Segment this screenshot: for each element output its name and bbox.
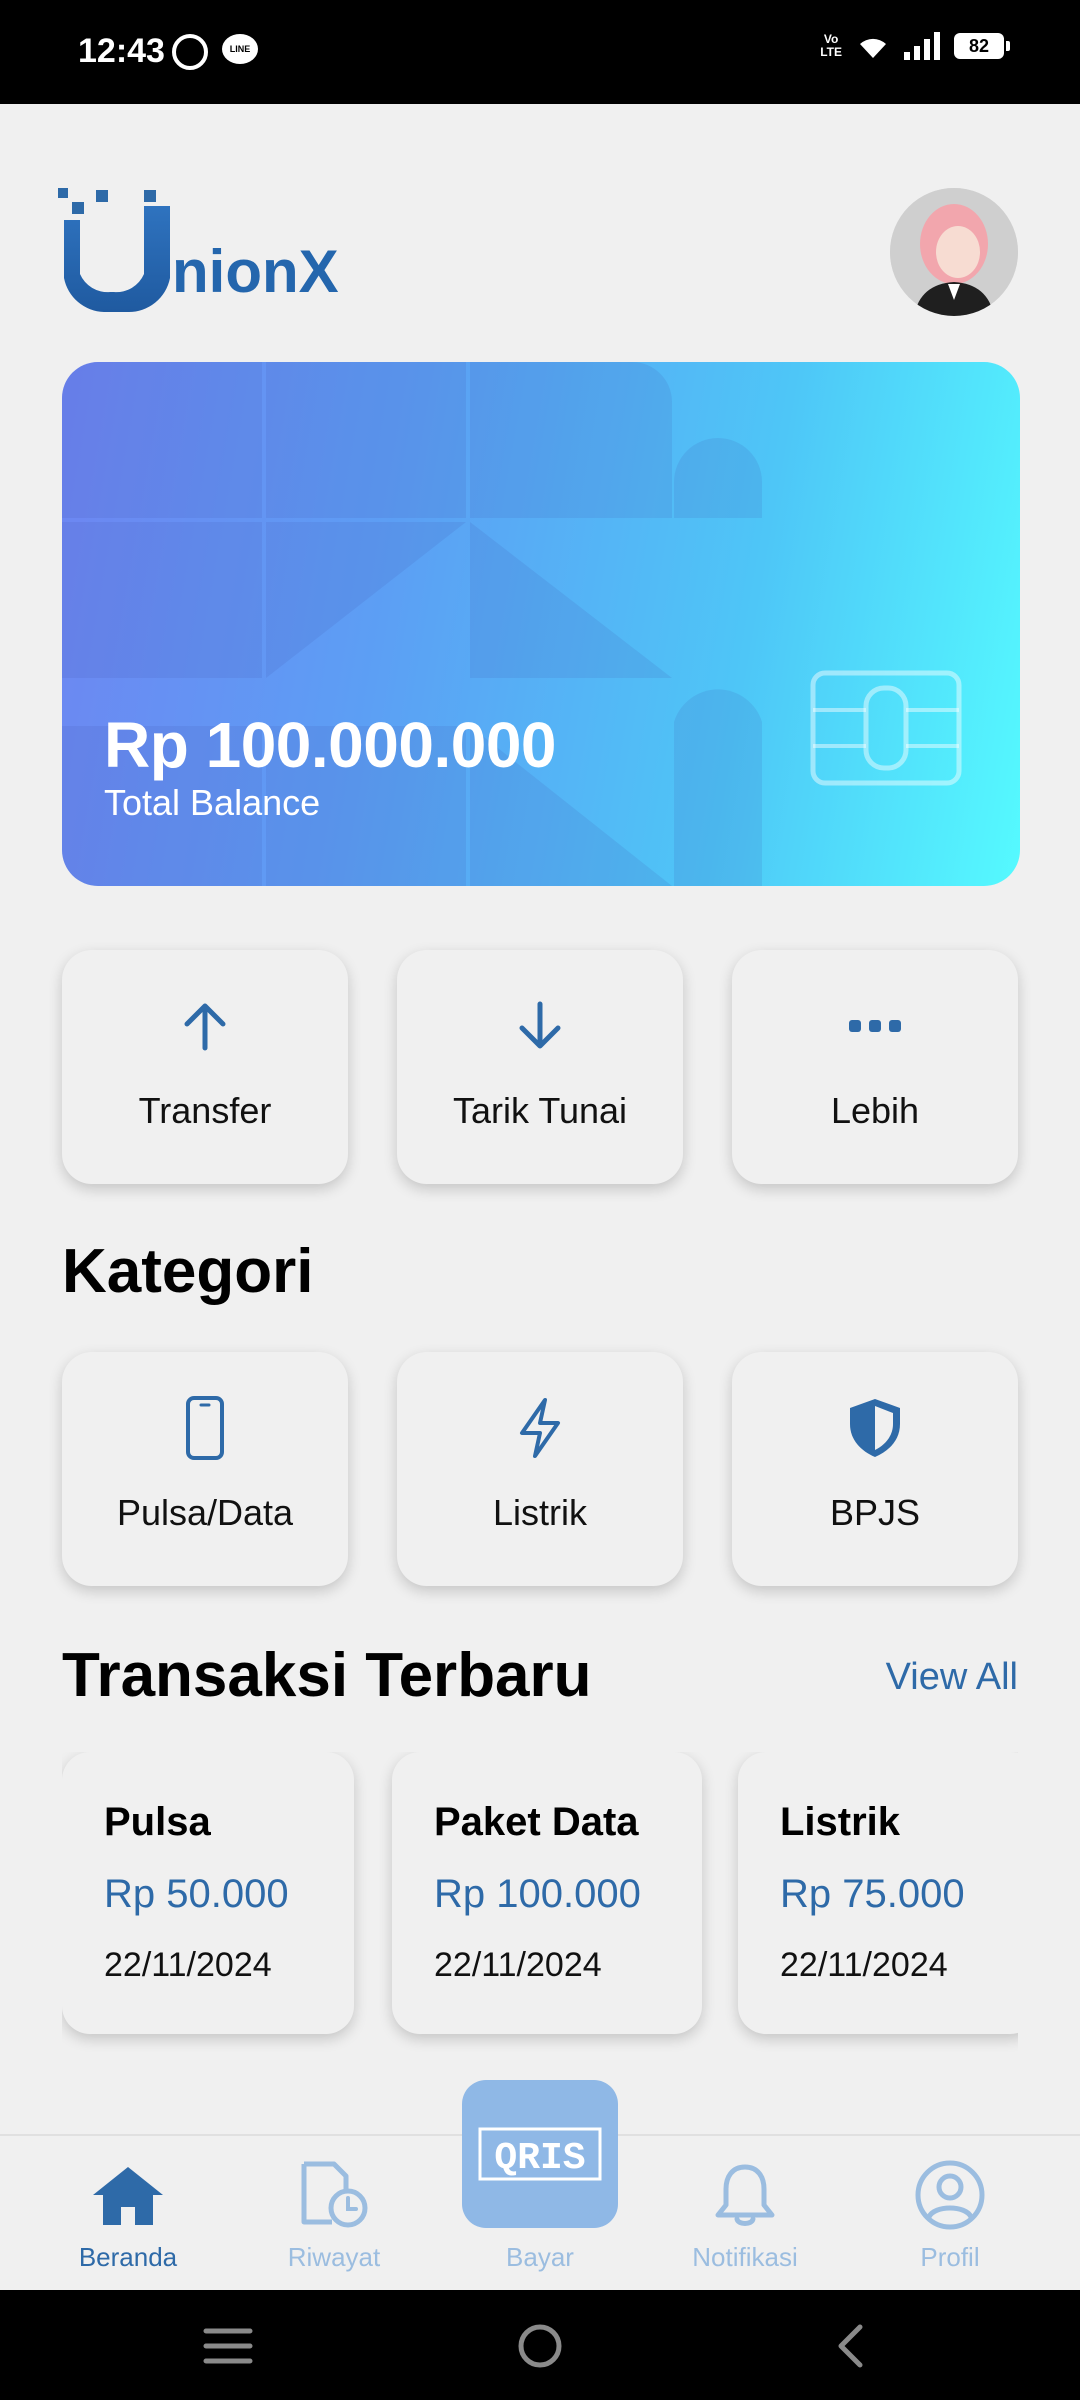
balance-label: Total Balance — [104, 782, 321, 823]
nav-notifikasi[interactable]: Notifikasi — [660, 2154, 830, 2273]
back-button[interactable] — [810, 2314, 890, 2378]
nav-riwayat-label: Riwayat — [287, 2242, 381, 2272]
signal-icon — [904, 32, 940, 60]
transaction-title: Listrik — [780, 1800, 901, 1844]
shield-icon — [850, 1399, 900, 1457]
transaction-amount: Rp 75.000 — [780, 1872, 965, 1916]
transaction-card[interactable]: Listrik Rp 75.000 22/11/2024 — [738, 1752, 1018, 2034]
more-button[interactable]: Lebih — [732, 950, 1018, 1184]
phone-icon — [186, 1396, 224, 1460]
withdraw-label: Tarik Tunai — [452, 1090, 628, 1131]
category-bpjs[interactable]: BPJS — [732, 1352, 1018, 1586]
balance-amount: Rp 100.000.000 — [104, 709, 557, 781]
transfer-button[interactable]: Transfer — [62, 950, 348, 1184]
lightning-icon — [520, 1398, 560, 1458]
category-pulsa-data[interactable]: Pulsa/Data — [62, 1352, 348, 1586]
category-pulsa-data-label: Pulsa/Data — [116, 1492, 294, 1533]
back-chevron-icon — [838, 2324, 863, 2368]
bell-icon — [715, 2164, 775, 2226]
system-navigation-bar — [0, 2290, 1080, 2400]
arrow-down-icon — [519, 1001, 561, 1049]
nav-profil-label: Profil — [920, 2242, 980, 2272]
transaction-date: 22/11/2024 — [780, 1946, 948, 1984]
category-listrik[interactable]: Listrik — [397, 1352, 683, 1586]
arrow-up-icon — [184, 1003, 226, 1051]
category-bpjs-label: BPJS — [829, 1492, 921, 1533]
card-chip-icon — [810, 670, 962, 786]
view-all-link[interactable]: View All — [886, 1656, 1018, 1699]
nav-notifikasi-label: Notifikasi — [692, 2242, 798, 2272]
history-icon — [301, 2161, 368, 2228]
menu-icon — [203, 2328, 253, 2364]
transaction-amount: Rp 100.000 — [434, 1872, 641, 1916]
home-circle-icon — [518, 2324, 562, 2368]
transaction-card[interactable]: Paket Data Rp 100.000 22/11/2024 — [392, 1752, 702, 2034]
transaction-title: Paket Data — [434, 1800, 639, 1844]
more-dots-icon — [849, 1020, 901, 1032]
whatsapp-icon — [172, 34, 208, 70]
balance-card[interactable]: Rp 100.000.000 Total Balance — [62, 362, 1020, 886]
profile-icon — [915, 2160, 985, 2230]
transaction-card[interactable]: Pulsa Rp 50.000 22/11/2024 — [62, 1752, 354, 2034]
nav-profil[interactable]: Profil — [865, 2154, 1035, 2273]
categories-title: Kategori — [62, 1237, 314, 1306]
home-system-button[interactable] — [500, 2314, 580, 2378]
status-time: 12:43 — [78, 32, 165, 70]
transaction-title: Pulsa — [104, 1800, 211, 1844]
withdraw-button[interactable]: Tarik Tunai — [397, 950, 683, 1184]
avatar[interactable] — [890, 188, 1018, 316]
svg-text:QRIS: QRIS — [494, 2137, 585, 2180]
more-label: Lebih — [830, 1090, 920, 1131]
svg-text:nionX: nionX — [172, 238, 339, 305]
qris-icon: QRIS — [478, 2127, 602, 2181]
transaction-amount: Rp 50.000 — [104, 1872, 289, 1916]
home-icon — [93, 2167, 163, 2225]
category-listrik-label: Listrik — [492, 1492, 587, 1533]
nav-riwayat[interactable]: Riwayat — [249, 2154, 419, 2273]
profile-photo — [890, 188, 1018, 316]
battery-icon: 82 — [954, 33, 1010, 59]
status-notification-icons: LINE — [172, 34, 258, 70]
line-app-icon: LINE — [222, 34, 258, 64]
transactions-list[interactable]: Pulsa Rp 50.000 22/11/2024 Paket Data Rp… — [62, 1752, 1018, 2052]
transfer-label: Transfer — [138, 1090, 272, 1131]
qris-pay-button[interactable]: QRIS — [462, 2080, 618, 2228]
transaction-date: 22/11/2024 — [434, 1946, 602, 1984]
transaction-date: 22/11/2024 — [104, 1946, 272, 1984]
nav-beranda-label: Beranda — [78, 2242, 178, 2272]
transactions-title: Transaksi Terbaru — [62, 1641, 592, 1710]
nav-bayar-label: Bayar — [506, 2242, 574, 2272]
nav-beranda[interactable]: Beranda — [43, 2154, 213, 2273]
status-bar: 12:43 LINE Vo LTE 82 — [0, 0, 1080, 104]
recent-apps-button[interactable] — [188, 2314, 268, 2378]
volte-icon: Vo LTE — [820, 32, 842, 59]
status-right-icons: Vo LTE 82 — [820, 32, 1010, 60]
wifi-icon — [860, 38, 886, 58]
unionx-logo: nionX — [58, 188, 339, 313]
